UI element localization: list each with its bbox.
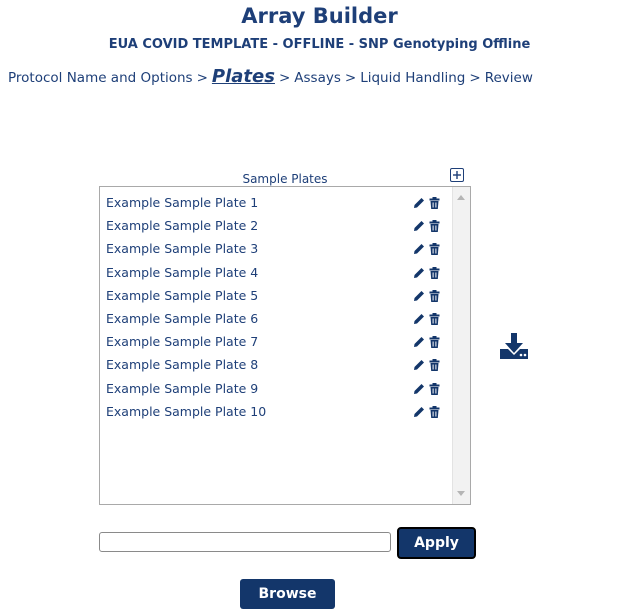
row-actions	[413, 289, 443, 303]
row-actions	[413, 219, 443, 233]
pencil-icon[interactable]	[413, 313, 425, 325]
trash-icon[interactable]	[429, 313, 440, 325]
list-scrollbar[interactable]	[452, 187, 470, 504]
download-icon[interactable]	[499, 333, 529, 359]
trash-icon[interactable]	[429, 382, 440, 395]
pencil-icon[interactable]	[413, 290, 425, 302]
plate-name-label: Example Sample Plate 3	[106, 241, 259, 257]
plate-name-label: Example Sample Plate 5	[106, 287, 259, 303]
trash-icon[interactable]	[429, 243, 440, 256]
trash-icon[interactable]	[429, 197, 440, 209]
apply-button[interactable]: Apply	[397, 527, 476, 559]
plus-square-icon	[453, 171, 461, 179]
list-item[interactable]: Example Sample Plate 5	[106, 286, 446, 306]
plate-name-label: Example Sample Plate 1	[106, 195, 259, 210]
list-item[interactable]: Example Sample Plate 8	[106, 355, 446, 375]
scroll-up-arrow[interactable]	[457, 195, 465, 200]
trash-icon[interactable]	[429, 336, 440, 349]
template-subtitle: EUA COVID TEMPLATE - OFFLINE - SNP Genot…	[108, 37, 531, 52]
list-item[interactable]: Example Sample Plate 7	[106, 332, 446, 352]
trash-icon[interactable]	[429, 405, 440, 418]
trash-icon[interactable]	[429, 289, 440, 302]
plate-name-label: Example Sample Plate 10	[106, 403, 267, 419]
row-actions	[413, 382, 443, 396]
add-plate-button[interactable]	[450, 168, 464, 182]
pencil-icon[interactable]	[413, 359, 425, 371]
breadcrumb-step[interactable]: Plates	[212, 66, 275, 87]
breadcrumb-step[interactable]: Assays	[294, 70, 341, 86]
breadcrumb-step[interactable]: Liquid Handling	[360, 70, 465, 86]
plate-name-label: Example Sample Plate 4	[106, 264, 259, 280]
breadcrumb-step[interactable]: Review	[485, 70, 533, 86]
row-actions	[413, 196, 443, 210]
scroll-down-arrow[interactable]	[457, 491, 465, 496]
plate-name-input[interactable]	[99, 532, 391, 552]
row-actions	[413, 312, 443, 326]
row-actions	[413, 358, 443, 372]
list-item[interactable]: Example Sample Plate 9	[106, 379, 446, 399]
row-actions	[413, 242, 443, 256]
row-actions	[413, 335, 443, 349]
pencil-icon[interactable]	[413, 243, 425, 255]
pencil-icon[interactable]	[413, 406, 425, 418]
list-item[interactable]: Example Sample Plate 2	[106, 216, 446, 236]
list-item[interactable]: Example Sample Plate 4	[106, 263, 446, 283]
plate-name-label: Example Sample Plate 8	[106, 357, 259, 373]
pencil-icon[interactable]	[413, 383, 425, 395]
pencil-icon[interactable]	[413, 197, 425, 209]
trash-icon[interactable]	[429, 266, 440, 279]
list-item[interactable]: Example Sample Plate 3	[106, 239, 446, 259]
breadcrumb: Protocol Name and Options > Plates > Assays >…	[8, 66, 639, 87]
breadcrumb-separator: >	[344, 70, 357, 86]
pencil-icon[interactable]	[413, 336, 425, 348]
pencil-icon[interactable]	[413, 267, 425, 279]
row-actions	[413, 266, 443, 280]
plate-name-label: Example Sample Plate 6	[106, 311, 259, 326]
breadcrumb-step[interactable]: Protocol Name and Options	[8, 70, 193, 86]
list-item[interactable]: Example Sample Plate 1	[106, 193, 446, 213]
list-item[interactable]: Example Sample Plate 10	[106, 402, 446, 422]
breadcrumb-separator: >	[196, 70, 208, 86]
row-actions	[413, 405, 443, 419]
sample-plates-list[interactable]: Example Sample Plate 1 Example Sample Pla…	[99, 186, 471, 505]
page-title: Array Builder	[241, 4, 398, 28]
plate-name-label: Example Sample Plate 2	[106, 218, 259, 234]
breadcrumb-separator: >	[469, 70, 481, 86]
browse-button[interactable]: Browse	[240, 579, 335, 609]
trash-icon[interactable]	[429, 220, 440, 233]
plate-name-label: Example Sample Plate 7	[106, 334, 259, 350]
sample-plates-header: Sample Plates	[242, 172, 328, 186]
breadcrumb-separator: >	[278, 70, 291, 86]
plate-name-label: Example Sample Plate 9	[106, 380, 259, 396]
trash-icon[interactable]	[429, 359, 440, 372]
list-item[interactable]: Example Sample Plate 6	[106, 309, 446, 329]
pencil-icon[interactable]	[413, 220, 425, 232]
